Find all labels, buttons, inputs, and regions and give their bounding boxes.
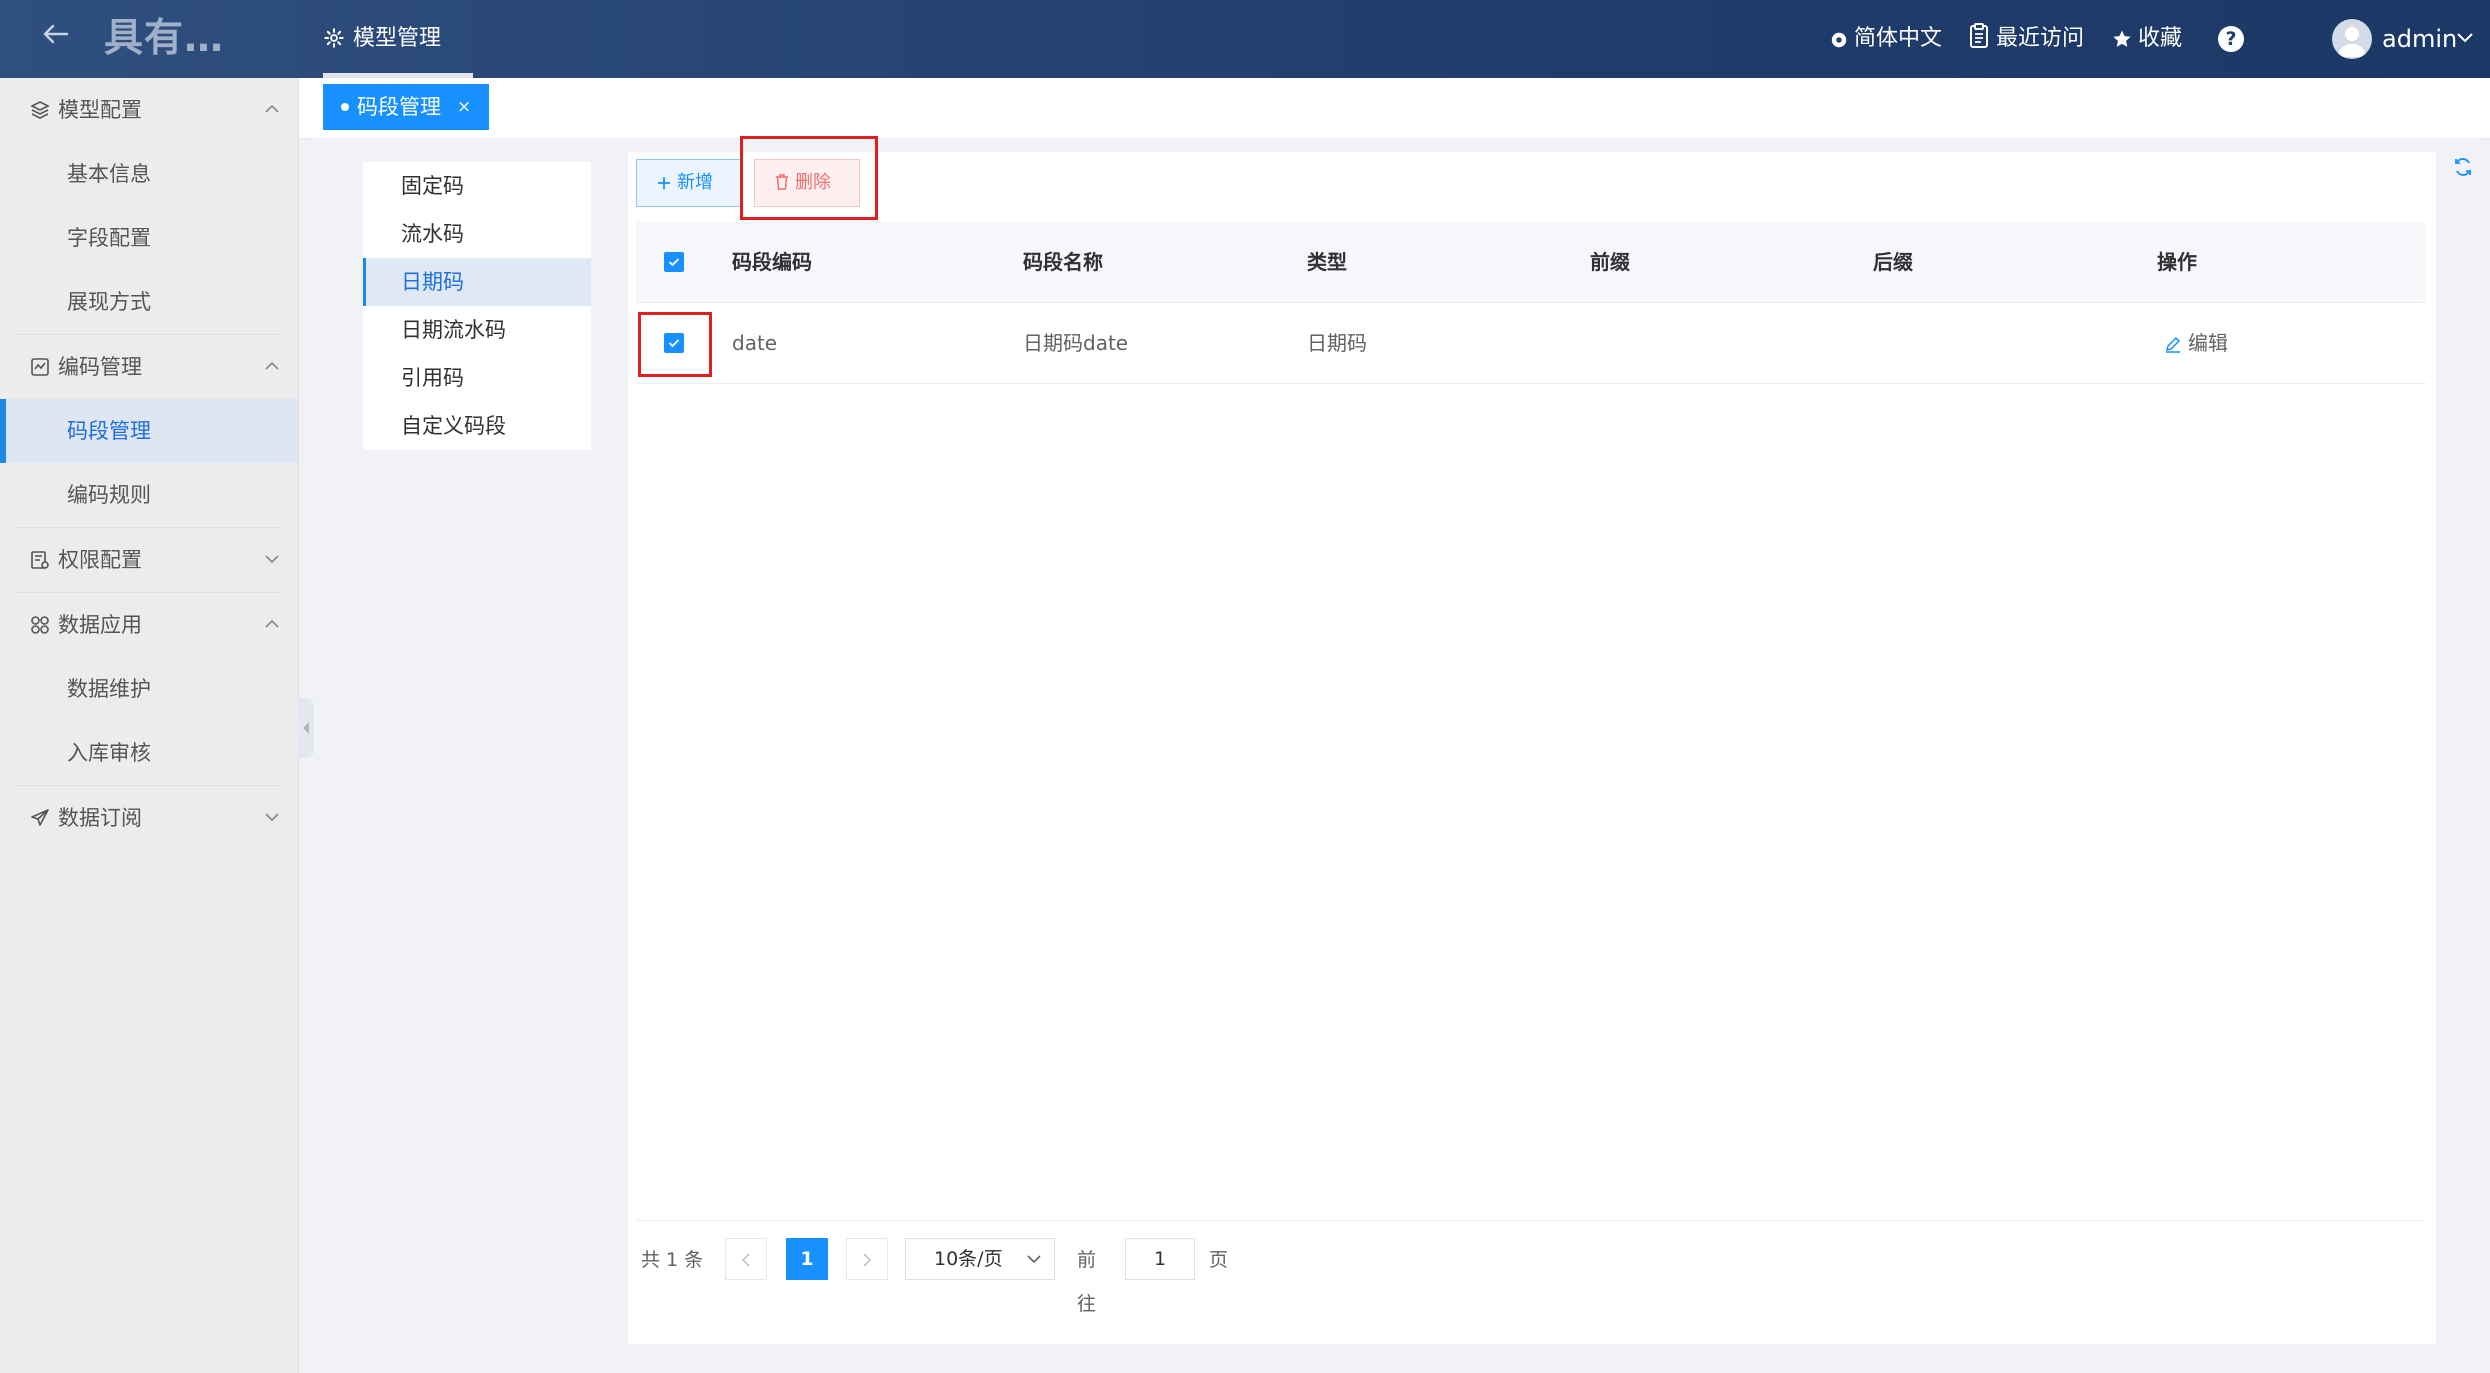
top-header: 具有… 模型管理 简体中文 最近访问 收藏 ? admin (0, 0, 2490, 78)
page-size-select[interactable]: 10条/页 (905, 1238, 1055, 1280)
username[interactable]: admin (2382, 18, 2457, 60)
chevron-down-icon (1027, 1255, 1041, 1264)
permission-doc-icon (31, 551, 49, 569)
app-title: 具有… (104, 16, 225, 61)
column-header-prefix[interactable]: 前缀 (1590, 222, 1630, 302)
module-tab-label: 模型管理 (353, 26, 442, 51)
page-size-value: 10条/页 (934, 1248, 1003, 1270)
add-button[interactable]: 新增 (636, 159, 742, 207)
sidebar-group-data-application[interactable]: 数据应用 (0, 593, 298, 657)
chevron-right-icon (863, 1253, 872, 1267)
cell-code: date (732, 331, 778, 355)
chevron-down-icon (265, 555, 279, 564)
grid-icon (31, 616, 49, 634)
gear-icon (324, 28, 344, 48)
sidebar-item-storage-review[interactable]: 入库审核 (0, 721, 298, 785)
pagination-total: 共 1 条 (641, 1249, 704, 1271)
page-tab-label: 码段管理 (357, 95, 441, 119)
segment-type-list: 固定码 流水码 日期码 日期流水码 引用码 自定义码段 (363, 162, 591, 450)
sidebar-group-label: 数据订阅 (58, 806, 142, 830)
active-dot-icon (341, 103, 349, 111)
module-tab-model-management[interactable]: 模型管理 (323, 0, 473, 78)
annotation-box-row-checkbox (638, 312, 712, 377)
sidebar-item-display-mode[interactable]: 展现方式 (0, 270, 298, 334)
table-header: 码段编码 码段名称 类型 前缀 后缀 操作 (636, 222, 2426, 303)
chevron-down-icon (265, 813, 279, 822)
cell-name: 日期码date (1023, 331, 1129, 355)
close-icon[interactable]: × (457, 84, 471, 130)
sidebar-group-label: 编码管理 (58, 355, 142, 379)
avatar[interactable] (2332, 19, 2372, 59)
table-row: date 日期码date 日期码 编辑 (636, 303, 2426, 384)
plus-icon (658, 177, 670, 189)
language-switch[interactable]: 简体中文 (1830, 18, 1942, 60)
send-icon (31, 809, 49, 826)
segment-type-serial[interactable]: 流水码 (363, 210, 591, 258)
clipboard-icon (1970, 23, 1988, 48)
language-label: 简体中文 (1854, 26, 1943, 51)
prev-page-button[interactable] (725, 1238, 767, 1280)
cell-type: 日期码 (1307, 331, 1367, 355)
page-unit-label: 页 (1209, 1249, 1229, 1271)
star-icon (2113, 30, 2131, 47)
sidebar-item-basic-info[interactable]: 基本信息 (0, 142, 298, 206)
help-icon[interactable]: ? (2218, 26, 2244, 52)
segment-type-date-serial[interactable]: 日期流水码 (363, 306, 591, 354)
sidebar-group-label: 模型配置 (58, 98, 142, 122)
chevron-up-icon (265, 619, 279, 628)
sidebar-item-code-rules[interactable]: 编码规则 (0, 463, 298, 527)
recent-visits[interactable]: 最近访问 (1968, 18, 2084, 60)
globe-icon (1831, 32, 1847, 48)
edit-link-label: 编辑 (2188, 331, 2228, 355)
sidebar-group-permission-config[interactable]: 权限配置 (0, 528, 298, 592)
chevron-left-icon (741, 1253, 750, 1267)
column-header-suffix[interactable]: 后缀 (1873, 222, 1913, 302)
add-button-label: 新增 (677, 172, 713, 193)
next-page-button[interactable] (846, 1238, 888, 1280)
sidebar-item-segment-management[interactable]: 码段管理 (0, 399, 298, 463)
sidebar-item-data-maintenance[interactable]: 数据维护 (0, 657, 298, 721)
sidebar-group-model-config[interactable]: 模型配置 (0, 78, 298, 142)
check-icon (668, 258, 680, 267)
edit-link[interactable]: 编辑 (2164, 303, 2228, 383)
sidebar: 模型配置 基本信息 字段配置 展现方式 编码管理 码段管理 编码规则 权限配置 … (0, 78, 299, 1373)
sidebar-item-field-config[interactable]: 字段配置 (0, 206, 298, 270)
page-tabs-bar: 码段管理 × (299, 78, 2490, 139)
select-all-checkbox[interactable] (664, 252, 684, 272)
chevron-up-icon (265, 104, 279, 113)
layers-icon (30, 101, 50, 119)
favorites[interactable]: 收藏 (2112, 18, 2182, 60)
annotation-box-delete (740, 136, 878, 220)
column-header-name[interactable]: 码段名称 (1023, 222, 1103, 302)
segment-type-reference[interactable]: 引用码 (363, 354, 591, 402)
column-header-actions: 操作 (2157, 250, 2197, 274)
segment-type-custom[interactable]: 自定义码段 (363, 402, 591, 450)
recent-label: 最近访问 (1996, 26, 2085, 51)
sidebar-collapse-handle[interactable] (298, 698, 314, 758)
chart-box-icon (31, 358, 49, 376)
sidebar-group-label: 数据应用 (58, 613, 142, 637)
column-header-type[interactable]: 类型 (1307, 222, 1347, 302)
goto-label: 前往 (1077, 1249, 1097, 1315)
page-tab-segment-management[interactable]: 码段管理 × (323, 84, 489, 130)
chevron-down-icon[interactable] (2456, 31, 2474, 45)
divider (636, 1220, 2426, 1221)
edit-icon (2165, 336, 2181, 353)
sidebar-group-label: 权限配置 (58, 548, 142, 572)
sidebar-group-data-subscription[interactable]: 数据订阅 (0, 786, 298, 850)
back-arrow-icon[interactable] (36, 18, 76, 58)
caret-left-icon (303, 722, 309, 734)
page-number-current[interactable]: 1 (786, 1238, 828, 1280)
chevron-up-icon (265, 361, 279, 370)
sidebar-group-code-management[interactable]: 编码管理 (0, 335, 298, 399)
segment-type-fixed[interactable]: 固定码 (363, 162, 591, 210)
column-header-code[interactable]: 码段编码 (732, 222, 812, 302)
goto-page-input[interactable]: 1 (1125, 1238, 1195, 1280)
segment-type-date[interactable]: 日期码 (363, 258, 591, 306)
refresh-icon[interactable] (2452, 156, 2474, 178)
favorites-label: 收藏 (2138, 26, 2183, 51)
